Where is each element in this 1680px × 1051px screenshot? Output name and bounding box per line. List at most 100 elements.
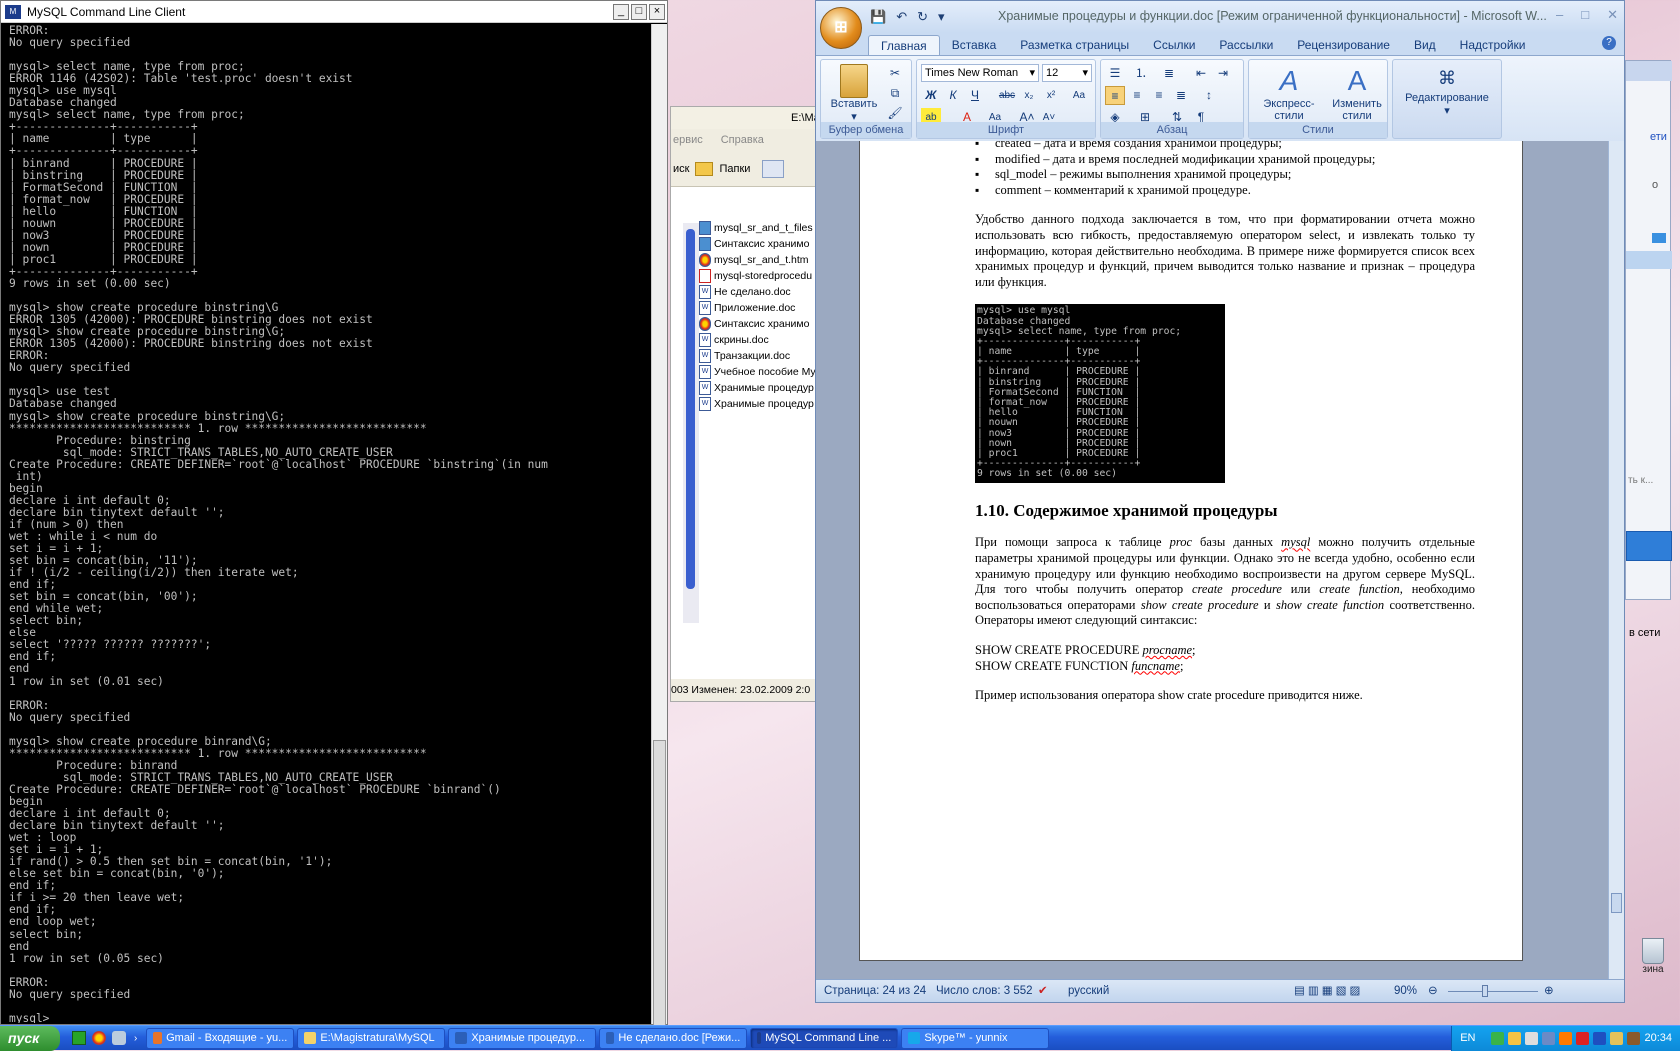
mysql-console-window[interactable]: M MySQL Command Line Client _ □ × ERROR:… bbox=[0, 0, 668, 1030]
console-scrollbar[interactable] bbox=[651, 24, 667, 1030]
taskbar[interactable]: пуск › Gmail - Входящие - yu... E:\Magist… bbox=[0, 1025, 1680, 1051]
explorer-toolbar[interactable]: иск Папки bbox=[671, 151, 819, 187]
document-page[interactable]: created – дата и время создания хранимой… bbox=[859, 141, 1523, 961]
file-list[interactable]: mysql_sr_and_t_files Синтаксис хранимо mys… bbox=[671, 217, 819, 657]
view-buttons[interactable]: ▤▥▦▧▨ bbox=[1294, 980, 1363, 1002]
tab-3[interactable]: Ссылки bbox=[1141, 35, 1207, 55]
zoom-level[interactable]: 90% bbox=[1394, 980, 1417, 1002]
file-item[interactable]: W Не сделано.doc bbox=[699, 283, 791, 300]
clear-format-icon[interactable]: Aa bbox=[1069, 86, 1089, 105]
file-item[interactable]: Синтаксис хранимо bbox=[699, 235, 809, 252]
taskbar-button[interactable]: Gmail - Входящие - yu... bbox=[146, 1027, 295, 1049]
scroll-thumb[interactable] bbox=[653, 740, 666, 1030]
page-content[interactable]: created – дата и время создания хранимой… bbox=[975, 141, 1475, 704]
document-area[interactable]: created – дата и время создания хранимой… bbox=[816, 141, 1608, 981]
strikethrough-icon[interactable]: abc bbox=[997, 86, 1017, 105]
file-item[interactable]: W Хранимые процедур bbox=[699, 379, 814, 396]
quicklaunch-icon[interactable] bbox=[112, 1031, 126, 1045]
background-text[interactable]: ети bbox=[1650, 131, 1667, 143]
file-item[interactable]: W Учебное пособие My bbox=[699, 363, 816, 380]
zoom-out-icon[interactable]: ⊖ bbox=[1428, 980, 1438, 1002]
superscript-icon[interactable]: x² bbox=[1041, 86, 1061, 105]
quicklaunch-icon[interactable] bbox=[72, 1031, 86, 1045]
word-window[interactable]: ⊞ 💾 ↶ ↻ ▾ Хранимые процедуры и функции.d… bbox=[815, 0, 1625, 1003]
minimize-button[interactable]: _ bbox=[613, 3, 629, 20]
tray-icon[interactable] bbox=[1610, 1031, 1624, 1045]
align-right-icon[interactable]: ≡ bbox=[1149, 86, 1169, 105]
clock[interactable]: 20:34 bbox=[1644, 1032, 1672, 1044]
chrome-icon[interactable] bbox=[92, 1031, 106, 1045]
taskbar-button[interactable]: Skype™ - yunnix bbox=[901, 1027, 1050, 1049]
console-output[interactable]: ERROR: No query specified mysql> select na… bbox=[9, 25, 651, 1023]
qat-menu-icon[interactable]: ▾ bbox=[938, 9, 945, 25]
page-indicator[interactable]: Страница: 24 из 24 bbox=[824, 980, 926, 1002]
paste-button[interactable]: Вставить ▾ bbox=[829, 64, 879, 123]
close-button[interactable]: ✕ bbox=[1607, 7, 1618, 23]
office-button-icon[interactable]: ⊞ bbox=[820, 7, 862, 49]
spellcheck-icon[interactable]: ✔ bbox=[1038, 980, 1048, 1002]
maximize-button[interactable]: □ bbox=[1581, 7, 1589, 23]
decrease-indent-icon[interactable]: ⇤ bbox=[1191, 64, 1211, 83]
editing-group[interactable]: ⌘ Редактирование ▾ bbox=[1392, 59, 1502, 139]
tray-icon[interactable] bbox=[1593, 1031, 1607, 1045]
express-styles-button[interactable]: A Экспресс-стили bbox=[1251, 64, 1327, 122]
tray-icon[interactable] bbox=[1627, 1031, 1641, 1045]
document-scrollbar[interactable] bbox=[1608, 141, 1624, 981]
ribbon-tabs[interactable]: Главная Вставка Разметка страницы Ссылки Рас… bbox=[816, 33, 1624, 55]
font-size-combo[interactable]: 12 ▾ bbox=[1042, 64, 1092, 82]
embedded-screenshot[interactable]: mysql> use mysql Database changed mysql> s… bbox=[975, 304, 1225, 484]
explorer-window[interactable]: E:\Magist ервис Справка иск Папки mysql_… bbox=[670, 106, 820, 702]
tab-4[interactable]: Рассылки bbox=[1207, 35, 1285, 55]
change-styles-button[interactable]: A Изменить стили bbox=[1329, 64, 1385, 122]
multilevel-list-icon[interactable]: ≣ bbox=[1159, 64, 1179, 83]
underline-icon[interactable]: Ч bbox=[965, 86, 985, 105]
tray-icon[interactable] bbox=[1542, 1031, 1556, 1045]
font-name-combo[interactable]: Times New Roman ▾ bbox=[921, 64, 1039, 82]
editing-button[interactable]: ⌘ Редактирование ▾ bbox=[1397, 64, 1497, 117]
increase-indent-icon[interactable]: ⇥ bbox=[1213, 64, 1233, 83]
tray-icon[interactable] bbox=[1559, 1031, 1573, 1045]
undo-icon[interactable]: ↶ bbox=[896, 9, 907, 25]
numbering-icon[interactable]: ⒈ bbox=[1131, 64, 1151, 83]
mysql-titlebar[interactable]: M MySQL Command Line Client _ □ × bbox=[1, 1, 667, 23]
line-spacing-icon[interactable]: ↕ bbox=[1199, 86, 1219, 105]
tab-7[interactable]: Надстройки bbox=[1448, 35, 1538, 55]
language-indicator[interactable]: русский bbox=[1068, 980, 1109, 1002]
volume-icon[interactable] bbox=[1525, 1031, 1539, 1045]
recycle-bin[interactable]: зина bbox=[1630, 938, 1676, 988]
tray-icon[interactable] bbox=[1491, 1031, 1505, 1045]
system-tray[interactable]: EN 20:34 bbox=[1451, 1025, 1680, 1051]
taskbar-button[interactable]: Не сделано.doc [Режи... bbox=[599, 1027, 748, 1049]
maximize-button[interactable]: □ bbox=[631, 3, 647, 20]
tab-5[interactable]: Рецензирование bbox=[1285, 35, 1402, 55]
scroll-thumb[interactable] bbox=[1611, 893, 1622, 913]
minimize-button[interactable]: – bbox=[1556, 7, 1563, 23]
search-button[interactable]: иск bbox=[673, 163, 689, 175]
start-button[interactable]: пуск bbox=[0, 1025, 60, 1051]
quick-access-toolbar[interactable]: 💾 ↶ ↻ ▾ bbox=[870, 9, 945, 25]
help-icon[interactable]: ? bbox=[1602, 36, 1616, 50]
views-icon[interactable] bbox=[762, 159, 785, 178]
file-item[interactable]: Синтаксис хранимо bbox=[699, 315, 809, 332]
tab-1[interactable]: Вставка bbox=[940, 35, 1009, 55]
cut-icon[interactable]: ✂ bbox=[885, 64, 905, 83]
taskbar-button[interactable]: E:\Magistratura\MySQL bbox=[297, 1027, 446, 1049]
word-count[interactable]: Число слов: 3 552 bbox=[936, 980, 1033, 1002]
language-indicator[interactable]: EN bbox=[1460, 1032, 1475, 1044]
menu-service[interactable]: ервис bbox=[673, 129, 703, 151]
tree-scrollbar[interactable] bbox=[683, 223, 699, 623]
explorer-menu[interactable]: ервис Справка bbox=[671, 129, 819, 151]
tray-icon[interactable] bbox=[1508, 1031, 1522, 1045]
italic-icon[interactable]: К bbox=[943, 86, 963, 105]
background-window[interactable]: ети о ть к... в сети bbox=[1625, 60, 1672, 639]
file-item[interactable]: Wскрины.doc bbox=[699, 331, 769, 348]
copy-icon[interactable]: ⧉ bbox=[885, 84, 905, 103]
zoom-slider[interactable] bbox=[1448, 991, 1538, 992]
folders-button[interactable]: Папки bbox=[719, 163, 750, 175]
ribbon[interactable]: Вставить ▾ ✂ ⧉ 🖌 Буфер обмена Times New … bbox=[816, 36, 1624, 141]
redo-icon[interactable]: ↻ bbox=[917, 9, 928, 25]
chevron-right-icon[interactable]: › bbox=[134, 1033, 137, 1044]
tab-6[interactable]: Вид bbox=[1402, 35, 1448, 55]
file-item[interactable]: W Транзакции.doc bbox=[699, 347, 790, 364]
word-titlebar[interactable]: ⊞ 💾 ↶ ↻ ▾ Хранимые процедуры и функции.d… bbox=[816, 1, 1624, 49]
